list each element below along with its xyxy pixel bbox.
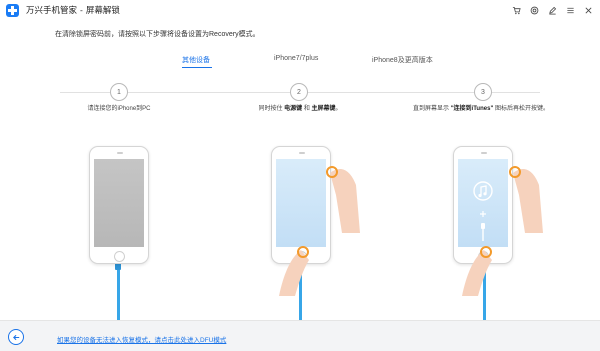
device-tabs: 其他设备 iPhone7/7plus iPhone8及更高版本 bbox=[150, 55, 470, 69]
title-bar: 万兴手机管家 - 屏幕解锁 bbox=[0, 0, 600, 20]
step-3-text: 直到屏幕显示 "连接到iTunes" 图标后再松开按键。 bbox=[413, 106, 549, 112]
active-tab-indicator bbox=[182, 67, 212, 68]
step-2-circle: 2 bbox=[290, 83, 308, 101]
finger-power-icon bbox=[326, 166, 360, 233]
cart-icon[interactable] bbox=[508, 3, 524, 17]
step-3-circle: 3 bbox=[474, 83, 492, 101]
tab-other-devices[interactable]: 其他设备 bbox=[182, 55, 210, 65]
back-button[interactable] bbox=[8, 329, 24, 345]
phone-screen-gray bbox=[94, 159, 144, 247]
connect-arrow-icon bbox=[480, 211, 486, 217]
finger-power-icon bbox=[509, 166, 543, 233]
edit-icon[interactable] bbox=[544, 3, 560, 17]
step-1-circle: 1 bbox=[110, 83, 128, 101]
app-logo-icon bbox=[6, 3, 19, 17]
arrow-left-icon bbox=[12, 334, 19, 340]
title-separator: - bbox=[80, 5, 83, 15]
itunes-icon bbox=[473, 181, 493, 201]
dfu-mode-link[interactable]: 如果您的设备无法进入恢复模式，请点击此处进入DFU模式 bbox=[57, 334, 226, 344]
finger-home-icon bbox=[279, 246, 309, 296]
finger-home-icon bbox=[462, 246, 492, 296]
tab-iphone7[interactable]: iPhone7/7plus bbox=[274, 55, 318, 62]
close-icon[interactable] bbox=[580, 3, 596, 17]
tab-iphone8-later[interactable]: iPhone8及更高版本 bbox=[372, 55, 433, 65]
step-1-text: 请连接您的iPhone到PC bbox=[87, 106, 151, 112]
support-icon[interactable] bbox=[526, 3, 542, 17]
phone-illustration-1 bbox=[89, 146, 149, 264]
phone-screen-itunes bbox=[458, 159, 508, 247]
module-title: 屏幕解锁 bbox=[85, 5, 120, 15]
usb-cable bbox=[117, 262, 120, 320]
app-title: 万兴手机管家 bbox=[26, 5, 78, 15]
home-button bbox=[114, 251, 125, 262]
bottom-bar: 如果您的设备无法进入恢复模式，请点击此处进入DFU模式 bbox=[0, 320, 600, 351]
phone-screen-blue bbox=[276, 159, 326, 247]
instruction-text: 在清除锁屏密码前，请按照以下步骤将设备设置为Recovery模式。 bbox=[55, 31, 260, 38]
menu-icon[interactable] bbox=[562, 3, 578, 17]
step-2-text: 同时按住 电源键 和 主屏幕键。 bbox=[258, 106, 342, 112]
